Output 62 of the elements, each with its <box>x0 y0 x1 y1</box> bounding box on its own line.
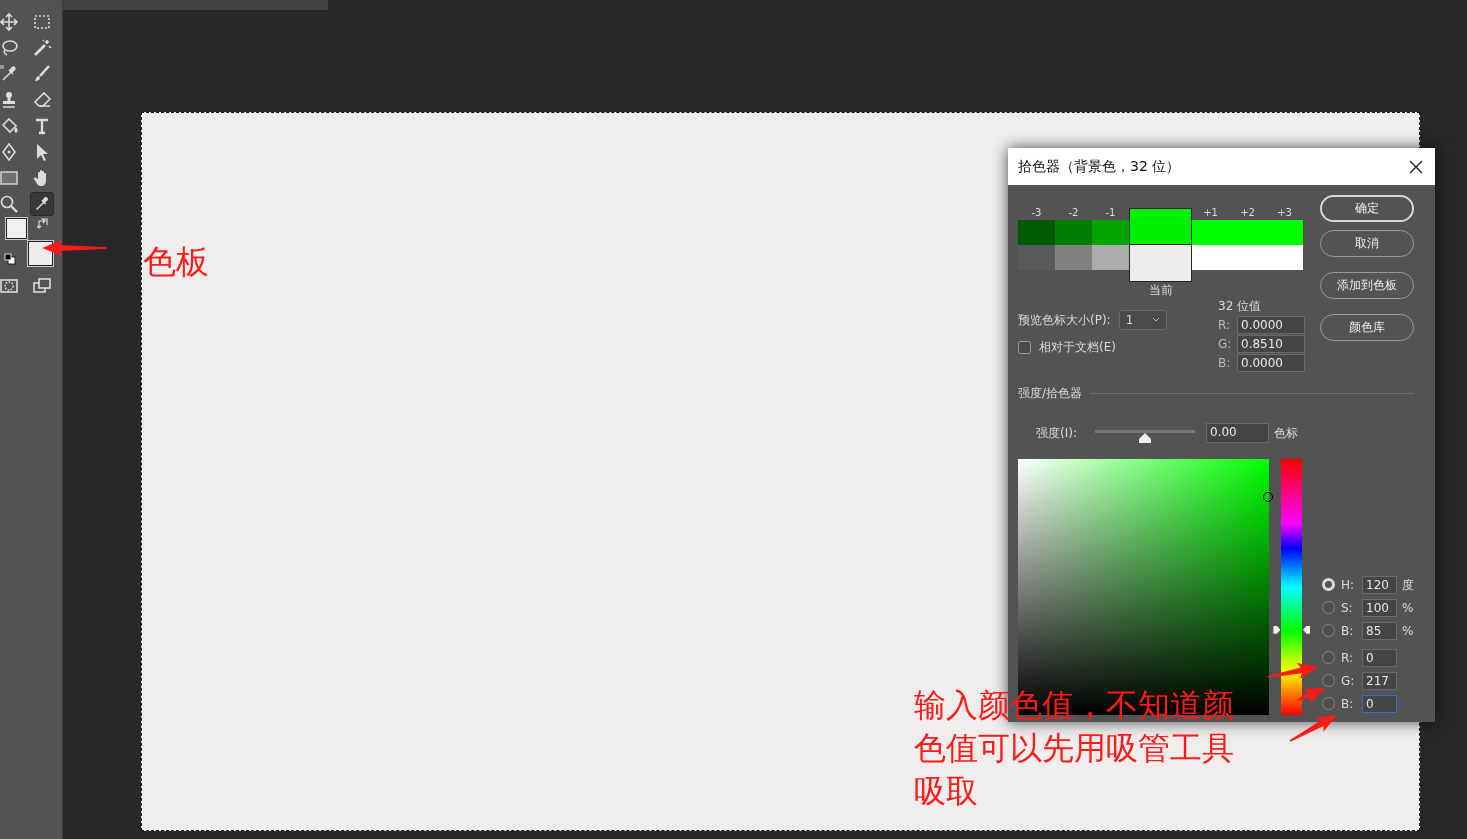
preview-size-dropdown[interactable]: 1 <box>1118 310 1167 330</box>
annotation-text: 色板 <box>143 245 209 278</box>
annotation-arrow <box>1297 688 1325 704</box>
input-field[interactable]: 217 <box>1362 671 1397 690</box>
quick-mask-icon[interactable] <box>0 276 19 296</box>
annotation-arrow <box>42 240 107 256</box>
radio-button[interactable] <box>1322 674 1335 687</box>
section-title: 强度/拾色器 <box>1018 385 1083 402</box>
hue-marker[interactable] <box>1273 625 1281 634</box>
field-label: R: <box>1341 649 1354 667</box>
background-swatch[interactable] <box>28 241 53 266</box>
field-label: 强度(I): <box>1036 424 1078 442</box>
checkbox[interactable] <box>1018 340 1031 354</box>
field-label: G: <box>1218 335 1233 353</box>
field-label: H: <box>1341 576 1356 594</box>
dialog-button[interactable]: 确定 <box>1320 195 1414 222</box>
radio-button[interactable] <box>1322 624 1335 637</box>
swatch-label: -1 <box>1104 207 1117 219</box>
swatch-label: +3 <box>1276 207 1293 219</box>
field-label: B: <box>1341 695 1355 713</box>
annotation-arrow <box>1289 715 1337 742</box>
foreground-swatch[interactable] <box>6 218 27 239</box>
input-field[interactable]: 0.00 <box>1206 422 1269 443</box>
close-icon[interactable] <box>1409 159 1423 174</box>
screen-mode-icon[interactable] <box>32 276 52 296</box>
input-field[interactable]: 0 <box>1362 648 1397 667</box>
input-field[interactable]: 0 <box>1362 694 1397 713</box>
eyedropper-icon[interactable] <box>30 192 54 216</box>
swatch-label: +1 <box>1202 207 1219 219</box>
field-label: B: <box>1341 622 1355 640</box>
unit-label: 度 <box>1402 576 1414 594</box>
input-field[interactable]: 120 <box>1362 575 1397 594</box>
move-icon[interactable] <box>0 10 21 34</box>
input-field[interactable]: 0.8510 <box>1237 334 1305 353</box>
radio-button[interactable] <box>1322 651 1335 664</box>
radio-button[interactable] <box>1322 601 1335 614</box>
field-label: B: <box>1218 354 1232 372</box>
swatch-label: -2 <box>1067 207 1080 219</box>
input-field[interactable]: 0.0000 <box>1237 353 1305 372</box>
swatch-label: +2 <box>1239 207 1256 219</box>
field-label: S: <box>1341 599 1354 617</box>
current-label: 当前 <box>1147 283 1174 297</box>
default-colors-icon[interactable] <box>4 253 16 265</box>
checkbox-label: 相对于文档(E) <box>1039 339 1116 356</box>
unit-label: % <box>1402 599 1414 617</box>
input-field[interactable]: 85 <box>1362 621 1397 640</box>
slider-thumb[interactable] <box>1139 433 1151 443</box>
swatch-label: -3 <box>1030 207 1043 219</box>
input-field[interactable]: 0.0000 <box>1237 315 1305 334</box>
hue-marker[interactable] <box>1303 625 1310 634</box>
unit-label: 色标 <box>1274 424 1298 442</box>
field-label: R: <box>1218 316 1231 334</box>
dialog-title: 拾色器（背景色，32 位） <box>1018 157 1181 176</box>
radio-button[interactable] <box>1322 697 1335 710</box>
unit-label: % <box>1402 622 1414 640</box>
chevron-icon <box>1151 317 1160 323</box>
swap-icon[interactable] <box>37 217 49 229</box>
field-label: 预览色标大小(P): <box>1018 312 1111 329</box>
section-label: 32 位值 <box>1218 298 1263 315</box>
field-label: G: <box>1341 672 1356 690</box>
input-field[interactable]: 100 <box>1362 598 1397 617</box>
annotation-arrow <box>1267 663 1318 679</box>
